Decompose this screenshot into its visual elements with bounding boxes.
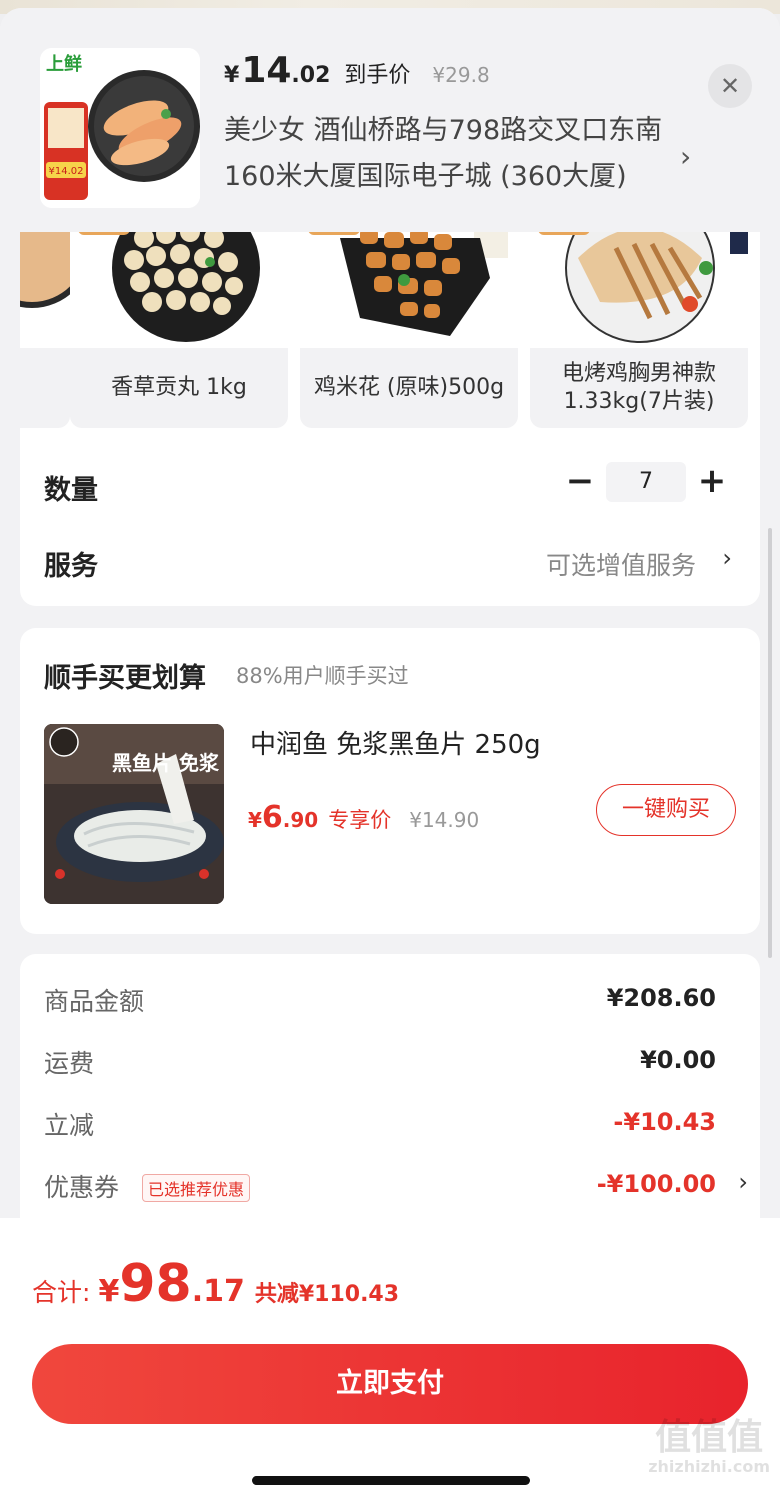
- summary-value: -¥100.00: [596, 1170, 716, 1198]
- bundle-subtitle: 88%用户顺手买过: [236, 664, 409, 688]
- variant-label: 鸡米花 (原味)500g: [313, 375, 505, 400]
- original-price: ¥29.8: [432, 63, 490, 87]
- checkout-bar: 合计: ¥ 98 .17 共减¥110.43 立即支付 值值值 zhizhizh…: [0, 1218, 780, 1494]
- original-price: ¥14.90: [409, 808, 480, 832]
- price-summary-card: 商品金额 ¥208.60 运费 ¥0.00 立减 -¥10.43 优惠券 已选推…: [20, 954, 760, 1254]
- close-icon: ✕: [719, 72, 741, 100]
- home-indicator[interactable]: [252, 1476, 530, 1485]
- coupon-badge: 已选推荐优惠: [142, 1174, 251, 1202]
- product-header: ¥14.02 上鲜 ¥ 14 .02 到手价 ¥29.8 美少女 酒仙桥路与79…: [0, 8, 780, 232]
- thumb-brand-logo: 上鲜: [46, 53, 82, 75]
- quantity-stepper: − 7 +: [560, 462, 732, 502]
- total-saved: 共减¥110.43: [254, 1282, 400, 1307]
- price-type-label: 到手价: [344, 63, 411, 88]
- header-price: ¥ 14 .02 到手价 ¥29.8: [224, 50, 490, 91]
- service-value[interactable]: 可选增值服务: [546, 546, 696, 582]
- variant-label: [20, 348, 70, 428]
- currency-symbol: ¥: [248, 808, 262, 832]
- watermark-logo: 值值值 zhizhizhi.com: [648, 1418, 770, 1476]
- pay-now-button[interactable]: 立即支付: [32, 1344, 748, 1424]
- price-integer: 14: [241, 50, 292, 91]
- variant-option[interactable]: 鲜嫩爆汁 鸡米花 (原味)500g: [300, 218, 518, 428]
- order-confirm-sheet: ¥14.02 上鲜 ¥ 14 .02 到手价 ¥29.8 美少女 酒仙桥路与79…: [0, 8, 780, 1494]
- variant-image: 鲜嫩爆汁: [300, 218, 518, 348]
- summary-row-coupon[interactable]: 优惠券 已选推荐优惠 -¥100.00 ›: [44, 1168, 748, 1208]
- service-label: 服务: [44, 551, 98, 582]
- variant-image: [20, 218, 70, 348]
- delivery-address[interactable]: 美少女 酒仙桥路与798路交叉口东南160米大厦国际电子城 (360大厦): [224, 108, 674, 200]
- summary-value: -¥10.43: [613, 1108, 716, 1136]
- summary-label: 优惠券: [44, 1173, 120, 1202]
- quantity-input[interactable]: 7: [606, 462, 686, 502]
- bundle-price: ¥ 6 .90 专享价 ¥14.90: [248, 800, 479, 835]
- variant-option[interactable]: [20, 218, 70, 428]
- bundle-product-image[interactable]: 黑鱼片 免浆: [44, 724, 224, 904]
- one-click-buy-button[interactable]: 一键购买: [596, 784, 736, 836]
- summary-label: 商品金额: [44, 987, 145, 1016]
- summary-label: 立减: [44, 1111, 95, 1140]
- quantity-label: 数量: [44, 475, 98, 506]
- quantity-increase-button[interactable]: +: [692, 462, 732, 502]
- watermark-text: 值值值: [655, 1417, 764, 1458]
- bundle-card: 顺手买更划算 88%用户顺手买过 黑鱼片 免浆 中润鱼 免浆黑鱼片 250g ¥…: [20, 628, 760, 934]
- variant-label: 电烤鸡胸男神款1.33kg(7片装): [561, 361, 716, 414]
- thumb-badge-price: ¥14.02: [49, 166, 84, 177]
- summary-value: ¥208.60: [606, 984, 716, 1012]
- exclusive-price-label: 专享价: [328, 808, 392, 832]
- chevron-right-icon[interactable]: ›: [680, 140, 691, 173]
- summary-label: 运费: [44, 1049, 95, 1078]
- total-price: 合计: ¥ 98 .17 共减¥110.43: [32, 1254, 399, 1314]
- bundle-product-name[interactable]: 中润鱼 免浆黑鱼片 250g: [250, 724, 541, 761]
- variant-image: 整块鸡胸: [530, 218, 748, 348]
- currency-symbol: ¥: [98, 1274, 120, 1309]
- summary-row-discount: 立减 -¥10.43: [44, 1106, 736, 1146]
- price-integer: 6: [261, 800, 283, 835]
- chevron-right-icon[interactable]: ›: [738, 1168, 748, 1196]
- bundle-image-text: 黑鱼片 免浆: [112, 751, 220, 775]
- watermark-url: zhizhizhi.com: [648, 1457, 770, 1476]
- close-button[interactable]: ✕: [708, 64, 752, 108]
- scrollbar[interactable]: [768, 528, 772, 958]
- total-decimal: .17: [191, 1274, 245, 1309]
- summary-row-subtotal: 商品金额 ¥208.60: [44, 982, 736, 1022]
- product-thumbnail: ¥14.02 上鲜: [40, 48, 200, 208]
- currency-symbol: ¥: [224, 63, 240, 88]
- variant-option[interactable]: 香草风味 香草贡丸 1kg: [70, 218, 288, 428]
- bundle-title: 顺手买更划算: [44, 663, 206, 694]
- variant-option[interactable]: 整块鸡胸 电烤鸡胸男神款1.33kg(7片装): [530, 218, 748, 428]
- summary-value: ¥0.00: [640, 1046, 716, 1074]
- variant-image: 香草风味: [70, 218, 288, 348]
- quantity-decrease-button[interactable]: −: [560, 462, 600, 502]
- total-integer: 98: [119, 1254, 192, 1314]
- chevron-right-icon[interactable]: ›: [722, 544, 732, 572]
- summary-row-shipping: 运费 ¥0.00: [44, 1044, 736, 1084]
- variant-label: 香草贡丸 1kg: [111, 375, 247, 400]
- price-decimal: .90: [282, 808, 319, 832]
- total-label: 合计:: [32, 1278, 91, 1307]
- price-decimal: .02: [291, 63, 331, 88]
